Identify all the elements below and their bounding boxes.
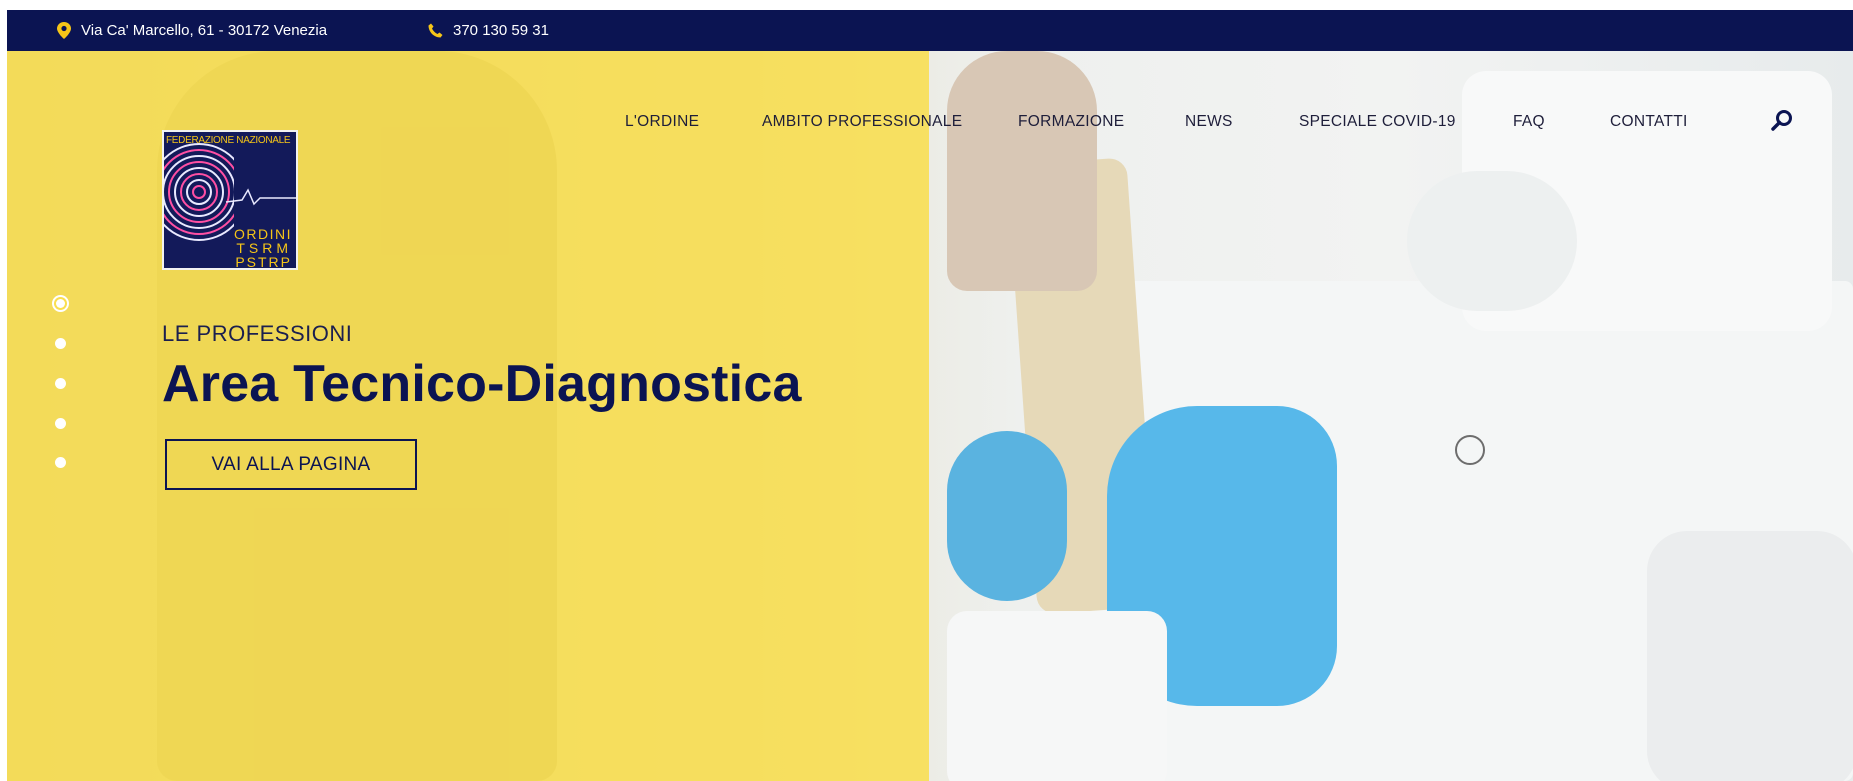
nav-item-speciale-covid-19[interactable]: SPECIALE COVID-19 bbox=[1299, 113, 1456, 131]
phone-text: 370 130 59 31 bbox=[453, 22, 549, 39]
slider-dot-3[interactable] bbox=[55, 378, 66, 389]
slider-dot-1[interactable] bbox=[56, 299, 65, 308]
hero-kicker: LE PROFESSIONI bbox=[162, 321, 353, 346]
address-text: Via Ca' Marcello, 61 - 30172 Venezia bbox=[81, 22, 328, 39]
nav-item-news[interactable]: NEWS bbox=[1185, 113, 1233, 131]
nav-item-contatti[interactable]: CONTATTI bbox=[1610, 113, 1688, 131]
main-navigation: L'ORDINE AMBITO PROFESSIONALE FORMAZIONE… bbox=[7, 113, 1853, 143]
phone-item[interactable]: 370 130 59 31 bbox=[428, 22, 549, 39]
blue-glove-left bbox=[947, 431, 1067, 601]
xray-dial-knob bbox=[1455, 435, 1485, 465]
nav-item-lordine[interactable]: L'ORDINE bbox=[625, 113, 699, 131]
location-pin-icon bbox=[57, 22, 71, 39]
phone-icon bbox=[428, 23, 443, 38]
xray-tube-cylinder bbox=[1407, 171, 1577, 311]
nav-item-ambito-professionale[interactable]: AMBITO PROFESSIONALE bbox=[762, 113, 962, 131]
nav-item-faq[interactable]: FAQ bbox=[1513, 113, 1545, 131]
xray-hose bbox=[1647, 531, 1853, 781]
slider-dot-2[interactable] bbox=[55, 338, 66, 349]
search-icon bbox=[1771, 110, 1792, 131]
patient-figure bbox=[947, 51, 1097, 291]
hero-slider: FEDERAZIONE NAZIONALE ORDINI TSRM PSTRP … bbox=[7, 51, 1853, 781]
yellow-overlay bbox=[7, 51, 929, 781]
slider-dot-4[interactable] bbox=[55, 418, 66, 429]
top-contact-bar: Via Ca' Marcello, 61 - 30172 Venezia 370… bbox=[7, 10, 1853, 51]
slider-dot-5[interactable] bbox=[55, 457, 66, 468]
search-button[interactable] bbox=[1770, 109, 1800, 139]
nav-item-formazione[interactable]: FORMAZIONE bbox=[1018, 113, 1124, 131]
site-logo[interactable]: FEDERAZIONE NAZIONALE ORDINI TSRM PSTRP bbox=[162, 130, 298, 270]
logo-line-3: PSTRP bbox=[235, 254, 292, 270]
hero-title: Area Tecnico-Diagnostica bbox=[162, 355, 802, 413]
page-frame: Via Ca' Marcello, 61 - 30172 Venezia 370… bbox=[7, 10, 1853, 781]
address-item[interactable]: Via Ca' Marcello, 61 - 30172 Venezia bbox=[57, 22, 327, 39]
white-sleeve bbox=[947, 611, 1167, 781]
hero-cta-button[interactable]: VAI ALLA PAGINA bbox=[165, 439, 417, 490]
